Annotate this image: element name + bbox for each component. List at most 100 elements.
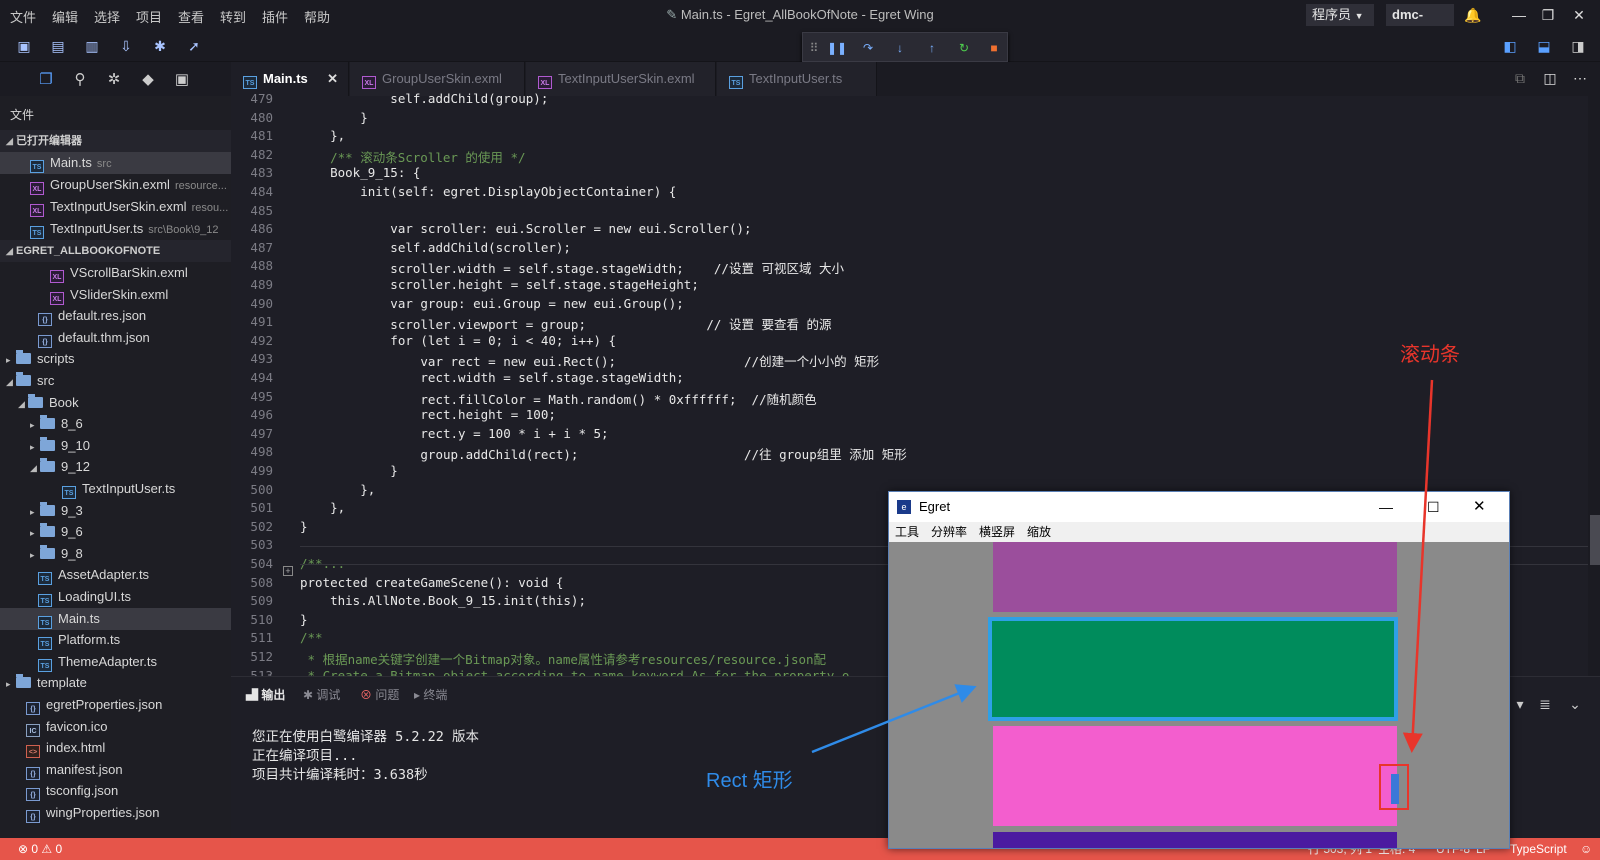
toggle-panel-icon[interactable]: ⬓ xyxy=(1534,36,1554,56)
tree-item[interactable]: <> index.html xyxy=(0,737,231,759)
tree-item[interactable]: {} default.res.json xyxy=(0,305,231,327)
new-project-icon[interactable]: ▣ xyxy=(14,36,34,56)
code-line: scroller.height = self.stage.stageHeight… xyxy=(300,277,699,292)
explorer-icon[interactable]: ❐ xyxy=(36,70,56,90)
egret-stage[interactable] xyxy=(889,542,1509,848)
tree-item[interactable]: ◢ Book xyxy=(0,392,231,414)
maximize-button[interactable]: ☐ xyxy=(1427,492,1440,522)
tree-item[interactable]: ▸ 9_3 xyxy=(0,500,231,522)
file-name: src xyxy=(37,373,55,388)
editor-scrollbar[interactable] xyxy=(1588,96,1600,676)
tree-item[interactable]: TS Platform.ts xyxy=(0,629,231,651)
toggle-sidebar-icon[interactable]: ◧ xyxy=(1500,36,1520,56)
tree-item[interactable]: TS ThemeAdapter.ts xyxy=(0,651,231,673)
extensions-icon[interactable]: ✲ xyxy=(104,70,124,90)
step-into-icon[interactable]: ↓ xyxy=(891,39,909,57)
step-out-icon[interactable]: ↑ xyxy=(923,39,941,57)
fold-expand-icon[interactable]: + xyxy=(283,566,293,576)
tree-item[interactable]: ▸ 8_6 xyxy=(0,413,231,435)
tree-item[interactable]: ▸ 9_10 xyxy=(0,435,231,457)
save-all-icon[interactable]: ▥ xyxy=(82,36,102,56)
split-preview-icon[interactable]: ⧉ xyxy=(1510,68,1530,88)
tree-item[interactable]: ▸ 9_8 xyxy=(0,543,231,565)
tree-item[interactable]: TS AssetAdapter.ts xyxy=(0,564,231,586)
tree-item[interactable]: {} tsconfig.json xyxy=(0,780,231,802)
tree-item[interactable]: XL VScrollBarSkin.exml xyxy=(0,262,231,284)
egret-menu-resolution[interactable]: 分辨率 xyxy=(931,522,967,542)
egret-menu-bar: 工具 分辨率 横竖屏 缩放 xyxy=(889,522,1509,542)
resource-icon[interactable]: ▣ xyxy=(172,70,192,90)
save-icon[interactable]: ▤ xyxy=(48,36,68,56)
tree-item[interactable]: TS LoadingUI.ts xyxy=(0,586,231,608)
stop-icon[interactable]: ■ xyxy=(985,39,1003,57)
minimize-button[interactable]: — xyxy=(1506,4,1532,26)
menu-select[interactable]: 选择 xyxy=(94,7,120,26)
menu-goto[interactable]: 转到 xyxy=(220,7,246,26)
tree-item[interactable]: ◢ 9_12 xyxy=(0,456,231,478)
tab-output[interactable]: ▟ 输出 xyxy=(246,686,285,703)
tab-textinputuserskin[interactable]: XL TextInputUserSkin.exml xyxy=(526,62,716,96)
open-editor-item[interactable]: TS TextInputUser.ts src\Book\9_12 xyxy=(0,218,231,240)
tree-item[interactable]: ▸ scripts xyxy=(0,348,231,370)
step-over-icon[interactable]: ↷ xyxy=(859,39,877,57)
restore-button[interactable]: ❐ xyxy=(1535,4,1561,26)
tree-item[interactable]: IC favicon.ico xyxy=(0,716,231,738)
split-editor-icon[interactable]: ◫ xyxy=(1540,68,1560,88)
more-icon[interactable]: ⋯ xyxy=(1570,68,1590,88)
build-icon[interactable]: ⇩ xyxy=(116,36,136,56)
project-section[interactable]: ◢ EGRET_ALLBOOKOFNOTE xyxy=(0,240,231,262)
tab-terminal[interactable]: ▸ 终端 xyxy=(414,686,447,703)
toggle-right-icon[interactable]: ◨ xyxy=(1568,36,1588,56)
tree-item[interactable]: ◢ src xyxy=(0,370,231,392)
editor-scrollbar-thumb[interactable] xyxy=(1590,515,1600,565)
menu-file[interactable]: 文件 xyxy=(10,7,36,26)
tree-item[interactable]: XL VSliderSkin.exml xyxy=(0,284,231,306)
role-dropdown[interactable]: 程序员 ▼ xyxy=(1306,4,1374,26)
tree-item[interactable]: {} egretProperties.json xyxy=(0,694,231,716)
menu-plugins[interactable]: 插件 xyxy=(262,7,288,26)
error-icon: ⊗ xyxy=(360,688,376,702)
git-icon[interactable]: ◆ xyxy=(138,70,158,90)
drag-handle-icon[interactable]: ⠿ xyxy=(805,39,823,57)
menu-edit[interactable]: 编辑 xyxy=(52,7,78,26)
restart-icon[interactable]: ↻ xyxy=(955,39,973,57)
tree-item[interactable]: {} wingProperties.json xyxy=(0,802,231,824)
xml-file-icon: XL xyxy=(50,291,64,305)
open-editor-item[interactable]: XL GroupUserSkin.exml resource... xyxy=(0,174,231,196)
publish-icon[interactable]: ➚ xyxy=(184,36,204,56)
code-line: } xyxy=(300,611,308,627)
user-button[interactable]: dmc-nero xyxy=(1386,4,1454,44)
minimize-button[interactable]: — xyxy=(1379,492,1393,522)
pause-icon[interactable]: ❚❚ xyxy=(827,39,847,57)
tree-item[interactable]: {} default.thm.json xyxy=(0,327,231,349)
search-icon[interactable]: ⚲ xyxy=(70,70,90,90)
close-button[interactable]: ✕ xyxy=(1473,492,1486,522)
tree-item[interactable]: TS Main.ts xyxy=(0,607,231,630)
feedback-icon[interactable]: ☺ xyxy=(1580,838,1592,860)
tree-item[interactable]: TS TextInputUser.ts xyxy=(0,478,231,500)
clear-output-icon[interactable]: ≣ xyxy=(1535,694,1555,714)
tree-item[interactable]: ▸ 9_6 xyxy=(0,521,231,543)
error-count[interactable]: ⊗ 0 ⚠ 0 xyxy=(18,838,62,860)
egret-menu-zoom[interactable]: 缩放 xyxy=(1027,522,1051,542)
tab-textinputuser[interactable]: TS TextInputUser.ts xyxy=(717,62,877,96)
collapse-panel-icon[interactable]: ⌄ xyxy=(1565,694,1585,714)
bell-icon[interactable]: 🔔 xyxy=(1460,4,1486,26)
egret-menu-orientation[interactable]: 横竖屏 xyxy=(979,522,1015,542)
line-number: 510 xyxy=(250,611,273,627)
debug-icon[interactable]: ✱ xyxy=(150,36,170,56)
open-editor-item[interactable]: TS Main.ts src xyxy=(0,152,231,174)
dropdown-icon[interactable]: ▾ xyxy=(1510,694,1530,714)
open-editors-section[interactable]: ◢ 已打开编辑器 xyxy=(0,130,231,152)
close-button[interactable]: ✕ xyxy=(1566,4,1592,26)
tree-item[interactable]: {} manifest.json xyxy=(0,759,231,781)
open-editor-item[interactable]: XL TextInputUserSkin.exml resou... xyxy=(0,196,231,218)
language-mode[interactable]: TypeScript xyxy=(1510,838,1567,860)
egret-menu-tools[interactable]: 工具 xyxy=(895,522,919,542)
tab-problems[interactable]: ⊗ 问题 xyxy=(360,686,399,703)
menu-view[interactable]: 查看 xyxy=(178,7,204,26)
menu-project[interactable]: 项目 xyxy=(136,7,162,26)
tab-debug[interactable]: ✱ 调试 xyxy=(303,686,340,703)
tree-item[interactable]: ▸ template xyxy=(0,672,231,694)
menu-help[interactable]: 帮助 xyxy=(304,7,330,26)
